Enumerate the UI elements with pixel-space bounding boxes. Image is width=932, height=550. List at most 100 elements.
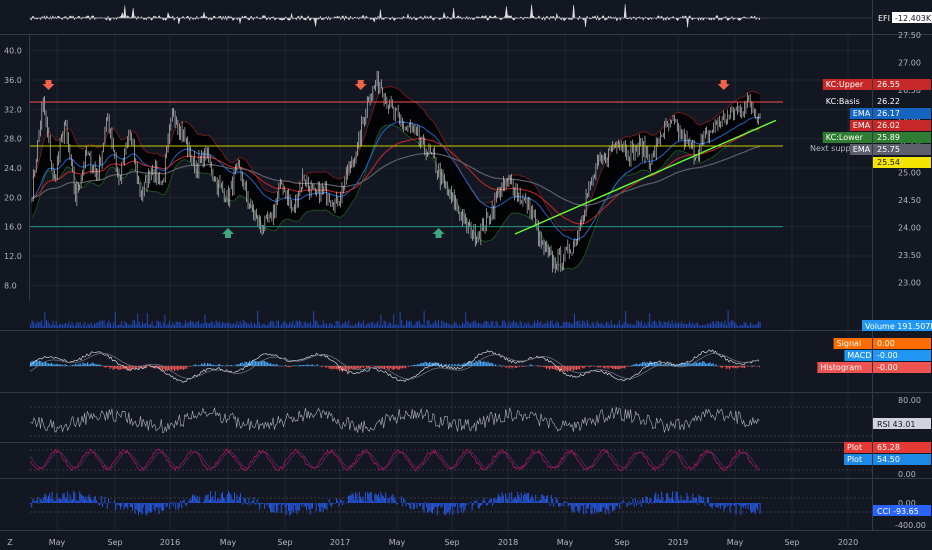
macd-histogram-bar [643,361,645,366]
cci-bar [512,499,514,503]
volume-bar [586,320,588,328]
volume-bar [367,322,369,328]
volume-bar [183,323,185,328]
macd-histogram-bar [627,366,629,367]
volume-bar [214,325,215,328]
volume-bar [743,321,745,328]
series-value-label: 25.75 [877,145,900,154]
cci-bar [69,494,71,503]
cci-bar [631,503,633,505]
cci-bar [228,490,229,503]
cci-bar [367,491,369,503]
volume-bar [321,324,323,328]
time-axis[interactable]: May Sep 2016 May Sep 2017 May Sep 2018 May Sep 2019… [7,538,858,547]
macd-histogram-bar [289,366,291,368]
cci-bar [370,492,372,503]
macd-histogram-bar [268,363,270,366]
cci-bar [280,503,282,514]
volume-bar [426,320,428,328]
macd-histogram-bar [640,363,642,366]
chart-canvas[interactable]: EFI -12.403K Next support Volume 191.507K… [0,0,932,550]
cci-bar [246,503,247,504]
cci-bar [470,501,472,503]
volume-bar [703,324,705,328]
cci-bar [494,498,496,503]
cci-bar [709,503,711,507]
volume-bar [374,324,375,328]
volume-bar [508,320,510,328]
macd-histogram-bar [621,366,623,368]
volume-bar [662,324,663,328]
macd-histogram-bar [108,366,110,367]
cci-bar [379,498,381,503]
macd-histogram-bar [511,366,513,369]
macd-histogram-bar [54,364,56,366]
macd-histogram-bar [736,366,738,369]
cci-bar [378,494,379,503]
macd-histogram-bar [720,366,722,368]
volume-bar [644,322,646,328]
macd-histogram-bar [751,366,753,368]
macd-histogram-bar [271,364,273,366]
macd-histogram-bar [741,366,743,368]
volume-bar [543,323,545,328]
cci-bar [518,494,520,503]
macd-histogram-bar [190,366,192,367]
macd-histogram-bar [79,363,81,366]
cci-bar [195,497,197,503]
cci-bar [572,503,574,513]
cci-bar [655,492,657,503]
volume-bar [668,321,670,328]
volume-bar [591,322,593,328]
cci-bar [692,493,694,503]
cci-bar [337,500,339,503]
macd-histogram-bar [313,365,315,366]
cci-bar [402,503,403,507]
volume-bar [590,325,591,328]
volume-bar [279,325,281,328]
volume-bar [622,324,623,328]
macd-histogram-bar [499,364,501,366]
macd-histogram-bar [706,363,708,366]
cci-bar [135,503,137,510]
cci-bar [217,498,219,503]
left-axis-tick-label: 28.0 [4,135,22,144]
cci-bar [421,503,423,504]
macd-histogram-bar [451,363,453,366]
macd-histogram-bar [106,366,108,367]
volume-bar [535,323,537,328]
volume-bar [594,325,596,328]
volume-bar [649,313,651,328]
cci-bar [218,499,220,503]
cci-bar [177,503,179,510]
cci-bar [547,495,549,503]
cci-bar [171,501,173,503]
volume-bar [102,321,103,328]
volume-bar [228,322,230,328]
cci-bar [196,495,198,503]
macd-histogram-bar [610,366,612,369]
cci-bar [85,496,87,503]
volume-bar [577,320,579,328]
macd-histogram-bar [417,364,419,366]
volume-bar [231,324,233,328]
cci-bar [270,503,271,512]
volume-bar [505,322,507,328]
cci-bar [140,503,142,513]
cci-bar [476,499,478,503]
cci-bar [392,494,394,503]
cci-bar [264,503,265,509]
cci-bar [63,493,65,503]
volume-bar [641,320,643,328]
cci-bar [672,491,673,503]
volume-bar [607,322,609,328]
macd-histogram-bar [117,366,119,370]
volume-bar [478,322,479,328]
efi-pane: EFI -12.403K [29,4,932,28]
macd-histogram-bar [619,366,621,369]
volume-bar [466,320,468,328]
cci-bar [384,498,385,503]
cci-bar [644,502,646,503]
cci-bar [609,503,611,506]
cci-bar [32,498,34,503]
